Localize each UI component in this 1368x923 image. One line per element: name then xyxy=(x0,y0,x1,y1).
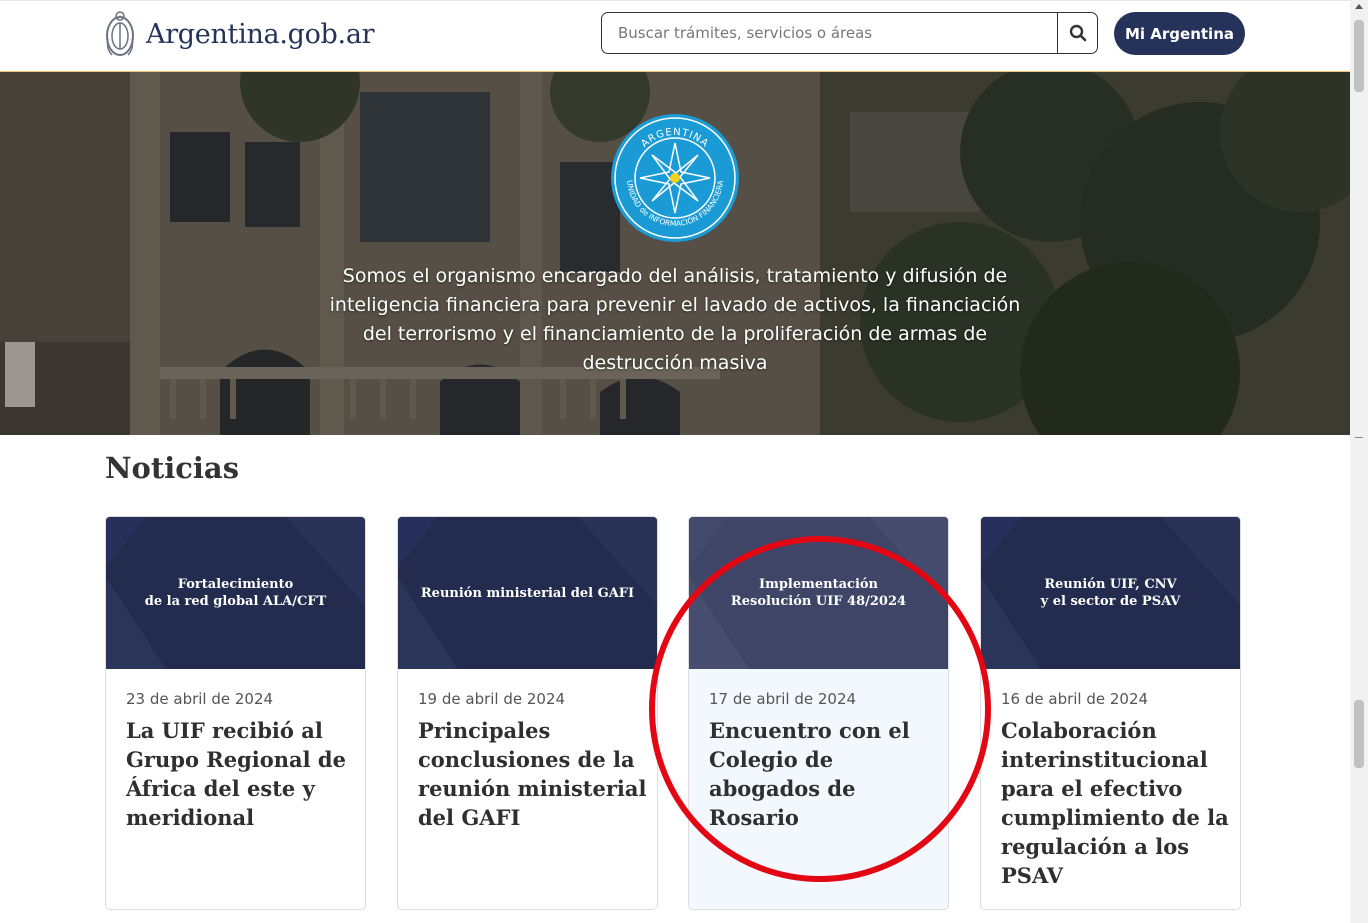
news-card[interactable]: Fortalecimiento de la red global ALA/CFT… xyxy=(105,516,366,910)
search-input[interactable] xyxy=(602,13,1058,53)
news-card-date: 16 de abril de 2024 xyxy=(1001,690,1149,708)
hero-description: Somos el organismo encargado del análisi… xyxy=(329,265,1021,374)
news-card[interactable]: Reunión ministerial del GAFI 19 de abril… xyxy=(397,516,658,910)
home-link[interactable]: Argentina.gob.ar xyxy=(104,9,375,59)
argentina-seal-icon xyxy=(106,11,134,56)
news-card-date: 17 de abril de 2024 xyxy=(709,690,857,708)
brand-name: Argentina.gob.ar xyxy=(146,18,375,50)
news-card-image: Implementación Resolución UIF 48/2024 xyxy=(689,517,948,669)
news-card-image: Fortalecimiento de la red global ALA/CFT xyxy=(106,517,365,669)
news-card-image-caption: Implementación Resolución UIF 48/2024 xyxy=(730,577,907,609)
scroll-up-arrow-icon[interactable] xyxy=(1355,4,1363,9)
news-card-date: 19 de abril de 2024 xyxy=(418,690,566,708)
news-card-title[interactable]: La UIF recibió al Grupo Regional de Áfri… xyxy=(126,716,356,832)
news-card-title[interactable]: Colaboración interinstitucional para el … xyxy=(1001,716,1231,890)
mi-argentina-button[interactable]: Mi Argentina xyxy=(1114,12,1245,55)
uif-logo-icon: ARGENTINA UNIDAD de INFORMACIÓN FINANCIE… xyxy=(611,114,739,242)
scroll-marker xyxy=(1355,437,1363,438)
news-card-image-caption: Reunión UIF, CNV y el sector de PSAV xyxy=(1040,577,1181,609)
search-button[interactable] xyxy=(1057,13,1097,53)
news-card-image: Reunión UIF, CNV y el sector de PSAV xyxy=(981,517,1240,669)
site-header: Argentina.gob.ar Mi Argentina xyxy=(0,0,1350,73)
news-card-image: Reunión ministerial del GAFI xyxy=(398,517,657,669)
search-icon xyxy=(1069,24,1086,42)
news-card-date: 23 de abril de 2024 xyxy=(126,690,274,708)
scrollbar-thumb-top[interactable] xyxy=(1354,20,1364,92)
news-card-title[interactable]: Principales conclusiones de la reunión m… xyxy=(418,716,648,832)
news-section-title: Noticias xyxy=(105,451,240,485)
news-card-image-caption: Reunión ministerial del GAFI xyxy=(420,585,635,601)
news-card-title[interactable]: Encuentro con el Colegio de abogados de … xyxy=(709,716,939,832)
scrollbar-thumb[interactable] xyxy=(1354,700,1364,768)
hero-banner: ARGENTINA UNIDAD de INFORMACIÓN FINANCIE… xyxy=(0,72,1350,435)
news-card[interactable]: Implementación Resolución UIF 48/2024 17… xyxy=(688,516,949,910)
search-box xyxy=(601,12,1098,54)
news-card-image-caption: Fortalecimiento de la red global ALA/CFT xyxy=(144,577,327,609)
page-scrollbar[interactable] xyxy=(1350,0,1368,923)
news-card[interactable]: Reunión UIF, CNV y el sector de PSAV 16 … xyxy=(980,516,1241,910)
